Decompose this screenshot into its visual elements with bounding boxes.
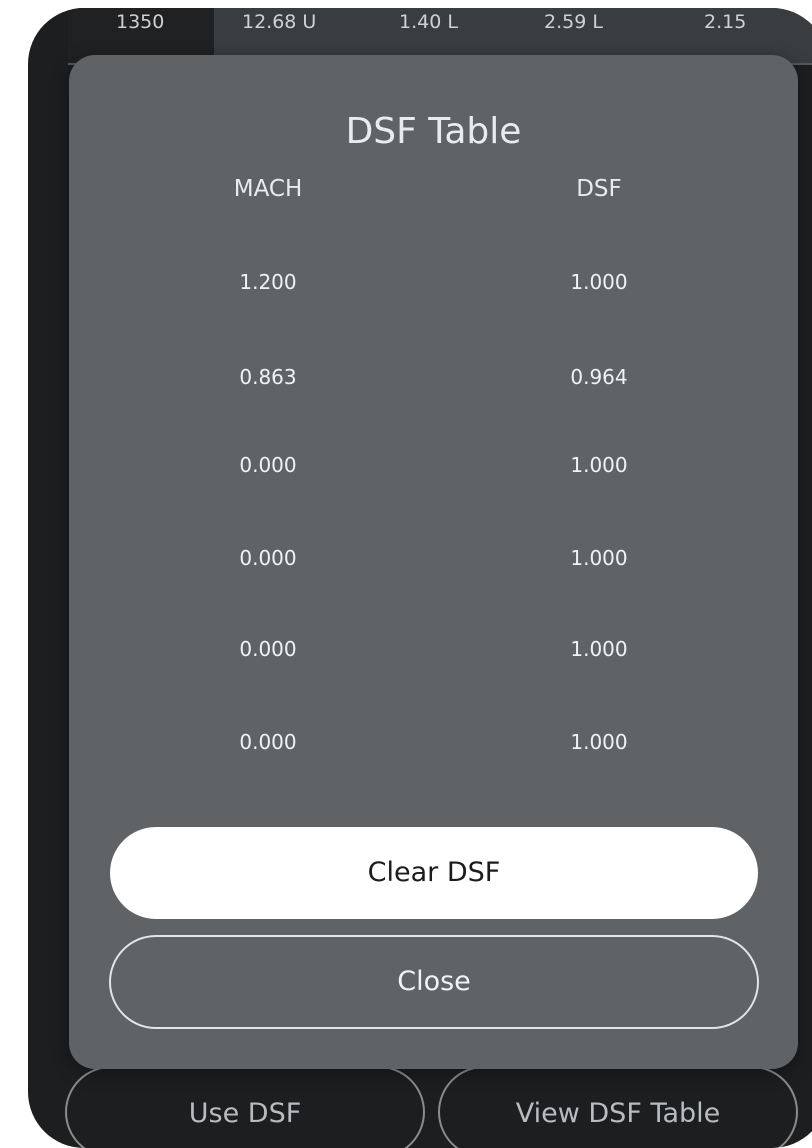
background-cell: 2.15 [704, 11, 747, 33]
mach-cell: 0.000 [239, 546, 297, 570]
dsf-cell: 0.964 [570, 365, 628, 389]
mach-cell: 0.000 [239, 637, 297, 661]
mach-cell: 0.000 [239, 453, 297, 477]
mach-cell: 0.000 [239, 730, 297, 754]
dsf-cell: 1.000 [570, 546, 628, 570]
column-header-dsf: DSF [576, 176, 622, 202]
background-cell: 2.59 L [544, 11, 603, 33]
dsf-cell: 1.000 [570, 453, 628, 477]
mach-cell: 0.863 [239, 365, 297, 389]
dsf-cell: 1.000 [570, 730, 628, 754]
view-dsf-table-button[interactable]: View DSF Table [438, 1066, 798, 1148]
dsf-cell: 1.000 [570, 270, 628, 294]
background-cell: 12.68 U [242, 11, 317, 33]
background-cell: 1.40 L [399, 11, 458, 33]
use-dsf-button[interactable]: Use DSF [65, 1066, 425, 1148]
dsf-table-dialog: DSF Table MACH DSF 1.200 1.000 0.863 0.9… [69, 55, 798, 1069]
close-button[interactable]: Close [109, 935, 759, 1029]
mach-cell: 1.200 [239, 270, 297, 294]
background-cell: 1350 [116, 11, 165, 33]
dialog-title: DSF Table [345, 111, 522, 152]
column-header-mach: MACH [233, 176, 303, 202]
dsf-cell: 1.000 [570, 637, 628, 661]
clear-dsf-button[interactable]: Clear DSF [110, 827, 758, 919]
